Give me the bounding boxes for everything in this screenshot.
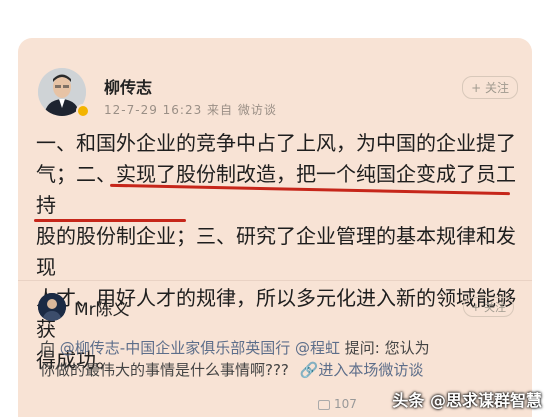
- link-icon: 🔗: [299, 361, 319, 379]
- post-line: 一、和国外企业的竞争中占了上风，为中国的企业提了: [36, 131, 516, 155]
- post-header: 柳传志 12-7-29 16:23 来自 微访谈 + 关注: [38, 68, 518, 124]
- reply-author-name[interactable]: Mr陈义: [74, 295, 130, 320]
- post-line: 气；二、实现了股份制改造，把一个纯国企变成了员工持: [36, 162, 516, 217]
- top-strip: [0, 0, 550, 38]
- post-meta: 12-7-29 16:23 来自 微访谈: [104, 103, 277, 117]
- repost-icon: [318, 399, 330, 410]
- reply-text: 向 @柳传志-中国企业家俱乐部英国行 @程虹 提问: 您认为 你做的最伟大的事情…: [40, 337, 520, 381]
- post-line: 股的股份制企业；三、研究了企业管理的基本规律和发现: [36, 224, 516, 279]
- weibo-post-card: 柳传志 12-7-29 16:23 来自 微访谈 + 关注 一、和国外企业的竞争…: [18, 38, 532, 417]
- mention-link[interactable]: @程虹: [295, 339, 340, 357]
- repost-count: 107: [334, 397, 357, 411]
- enter-interview-link[interactable]: 🔗进入本场微访谈: [300, 361, 424, 379]
- follow-button[interactable]: + 关注: [462, 76, 518, 99]
- reply-question-line: 你做的最伟大的事情是什么事情啊???: [40, 361, 289, 379]
- reply-avatar[interactable]: [38, 293, 66, 321]
- reply-question: 提问: 您认为: [340, 339, 430, 357]
- verified-badge-icon: [76, 104, 90, 118]
- reply-avatar-icon: [38, 293, 66, 321]
- mention-link[interactable]: @柳传志-中国企业家俱乐部英国行: [60, 339, 290, 357]
- watermark: 头条 @思求谋群智慧: [392, 391, 542, 410]
- post-author-name[interactable]: 柳传志: [104, 74, 152, 98]
- reply-follow-button[interactable]: + 关注: [463, 297, 514, 317]
- reply-prefix: 向: [40, 339, 60, 357]
- repost-button[interactable]: 107: [318, 397, 357, 411]
